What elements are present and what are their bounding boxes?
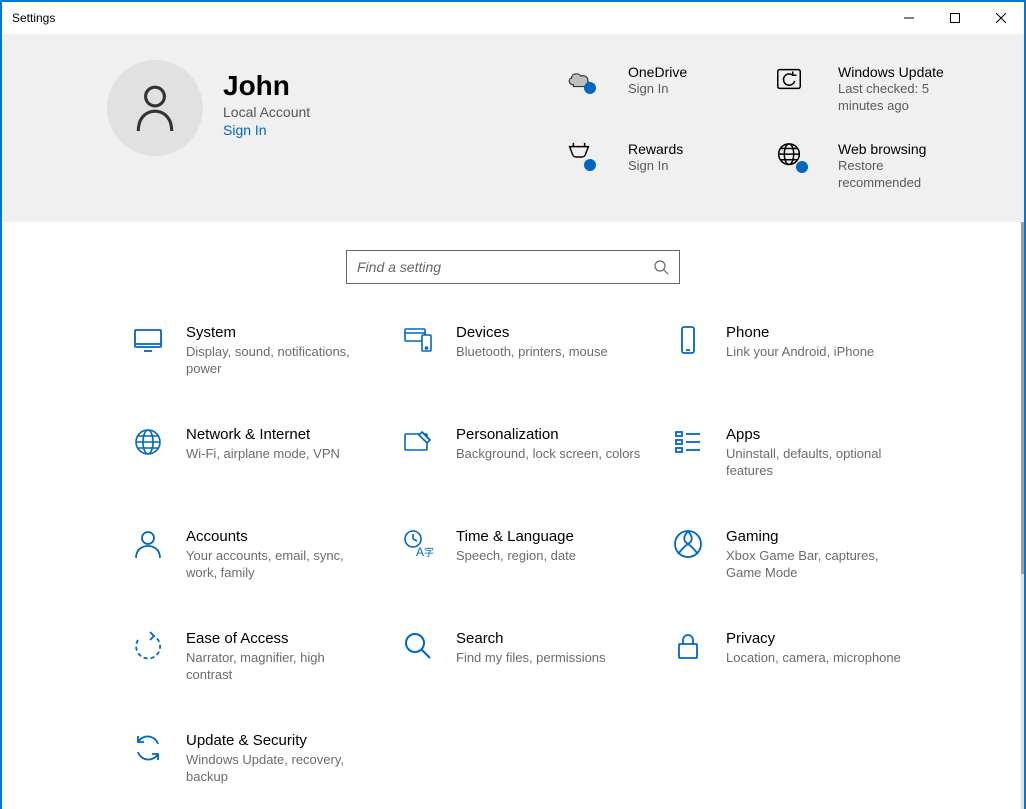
search-input[interactable] (357, 259, 653, 275)
tile-onedrive[interactable]: OneDrive Sign In (564, 64, 774, 115)
search-icon (653, 259, 669, 275)
avatar (107, 60, 203, 156)
cat-sub: Speech, region, date (456, 547, 576, 565)
cat-title: Apps (726, 426, 912, 443)
cat-title: Update & Security (186, 732, 372, 749)
cat-title: Devices (456, 324, 608, 341)
globe-icon (774, 141, 824, 181)
cat-network[interactable]: Network & Internet Wi-Fi, airplane mode, … (132, 426, 402, 480)
devices-icon (402, 324, 442, 364)
tile-web-browsing[interactable]: Web browsing Restore recommended (774, 141, 984, 192)
cat-sub: Uninstall, defaults, optional features (726, 445, 912, 480)
cat-ease-of-access[interactable]: Ease of Access Narrator, magnifier, high … (132, 630, 402, 684)
cat-sub: Windows Update, recovery, backup (186, 751, 372, 786)
cat-system[interactable]: System Display, sound, notifications, pow… (132, 324, 402, 378)
cat-devices[interactable]: Devices Bluetooth, printers, mouse (402, 324, 672, 378)
cat-sub: Link your Android, iPhone (726, 343, 874, 361)
user-block: John Local Account Sign In (223, 60, 310, 138)
tile-sub: Sign In (628, 158, 683, 175)
cat-sub: Your accounts, email, sync, work, family (186, 547, 372, 582)
globe-icon (132, 426, 172, 466)
svg-text:字: 字 (424, 546, 434, 559)
accounts-icon (132, 528, 172, 568)
tile-title: OneDrive (628, 64, 687, 80)
cat-title: Search (456, 630, 606, 647)
cat-phone[interactable]: Phone Link your Android, iPhone (672, 324, 942, 378)
cat-title: System (186, 324, 372, 341)
cat-sub: Bluetooth, printers, mouse (456, 343, 608, 361)
tile-title: Web browsing (838, 141, 958, 157)
titlebar: Settings (2, 2, 1024, 34)
cat-sub: Display, sound, notifications, power (186, 343, 372, 378)
status-tiles: OneDrive Sign In Windows Update Last che… (564, 60, 984, 192)
category-grid: System Display, sound, notifications, pow… (2, 324, 1024, 809)
cat-sub: Wi-Fi, airplane mode, VPN (186, 445, 340, 463)
tile-windows-update[interactable]: Windows Update Last checked: 5 minutes a… (774, 64, 984, 115)
cat-title: Ease of Access (186, 630, 372, 647)
search-box[interactable] (346, 250, 680, 284)
tile-sub: Sign In (628, 81, 687, 98)
cat-sub: Narrator, magnifier, high contrast (186, 649, 372, 684)
lock-icon (672, 630, 712, 670)
system-icon (132, 324, 172, 364)
cloud-icon (564, 64, 614, 104)
cat-title: Privacy (726, 630, 901, 647)
window-title: Settings (2, 11, 55, 25)
gaming-icon (672, 528, 712, 568)
cat-title: Network & Internet (186, 426, 340, 443)
cat-personalization[interactable]: Personalization Background, lock screen, … (402, 426, 672, 480)
search-icon (402, 630, 442, 670)
ease-of-access-icon (132, 630, 172, 670)
close-button[interactable] (978, 2, 1024, 34)
update-icon (774, 64, 824, 104)
cat-title: Gaming (726, 528, 912, 545)
maximize-button[interactable] (932, 2, 978, 34)
minimize-button[interactable] (886, 2, 932, 34)
scrollbar[interactable] (1021, 222, 1024, 809)
content: System Display, sound, notifications, pow… (2, 222, 1024, 809)
cat-title: Accounts (186, 528, 372, 545)
account-type: Local Account (223, 104, 310, 120)
account-header: John Local Account Sign In OneDrive Sign… (2, 34, 1024, 222)
rewards-icon (564, 141, 614, 181)
sign-in-link[interactable]: Sign In (223, 122, 310, 138)
tile-title: Windows Update (838, 64, 958, 80)
cat-apps[interactable]: Apps Uninstall, defaults, optional featur… (672, 426, 942, 480)
search-row (2, 222, 1024, 324)
personalization-icon (402, 426, 442, 466)
cat-search[interactable]: Search Find my files, permissions (402, 630, 672, 684)
cat-time-language[interactable]: A字 Time & Language Speech, region, date (402, 528, 672, 582)
tile-rewards[interactable]: Rewards Sign In (564, 141, 774, 192)
cat-sub: Location, camera, microphone (726, 649, 901, 667)
svg-text:A: A (416, 545, 424, 559)
update-security-icon (132, 732, 172, 772)
cat-privacy[interactable]: Privacy Location, camera, microphone (672, 630, 942, 684)
settings-window: Settings John Local Account Sign In (2, 2, 1024, 809)
cat-gaming[interactable]: Gaming Xbox Game Bar, captures, Game Mode (672, 528, 942, 582)
tile-sub: Restore recommended (838, 158, 958, 192)
cat-title: Personalization (456, 426, 640, 443)
cat-accounts[interactable]: Accounts Your accounts, email, sync, work… (132, 528, 402, 582)
cat-sub: Xbox Game Bar, captures, Game Mode (726, 547, 912, 582)
user-name: John (223, 70, 310, 102)
phone-icon (672, 324, 712, 364)
cat-title: Phone (726, 324, 874, 341)
cat-sub: Background, lock screen, colors (456, 445, 640, 463)
cat-title: Time & Language (456, 528, 576, 545)
cat-update-security[interactable]: Update & Security Windows Update, recover… (132, 732, 402, 786)
time-language-icon: A字 (402, 528, 442, 568)
tile-sub: Last checked: 5 minutes ago (838, 81, 958, 115)
cat-sub: Find my files, permissions (456, 649, 606, 667)
tile-title: Rewards (628, 141, 683, 157)
apps-icon (672, 426, 712, 466)
